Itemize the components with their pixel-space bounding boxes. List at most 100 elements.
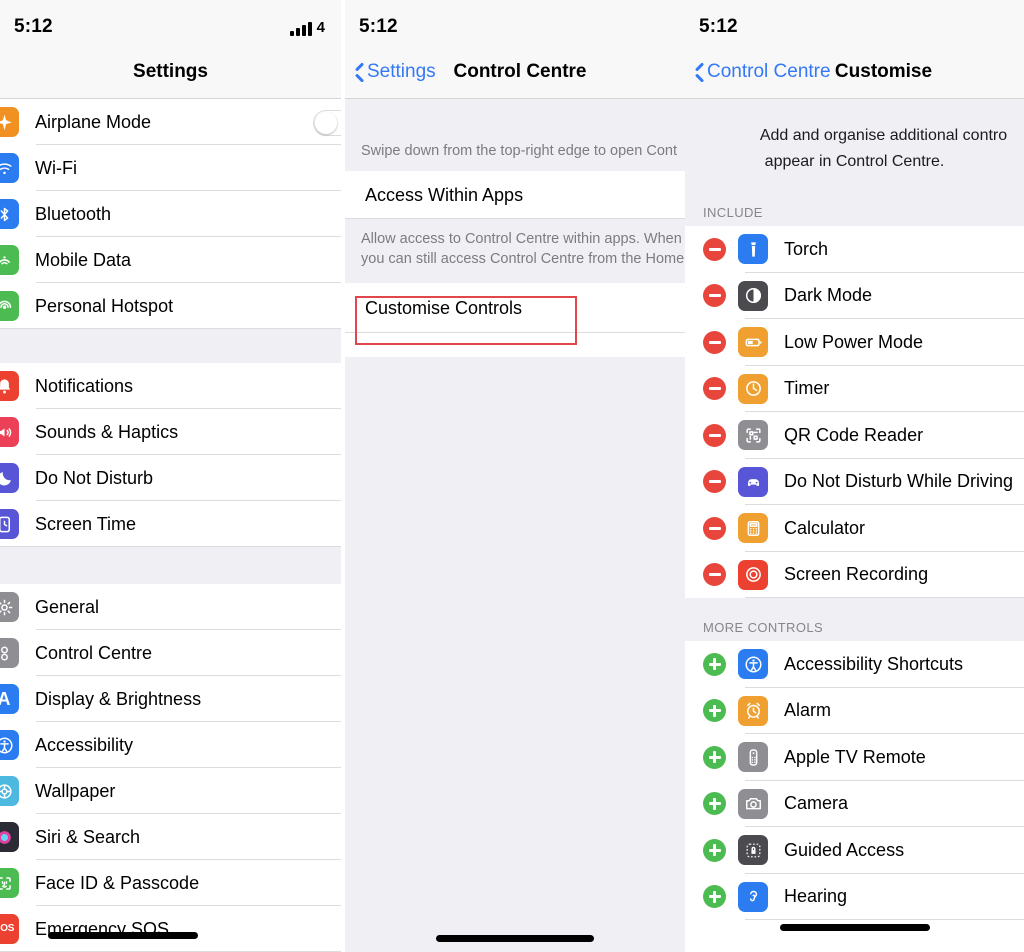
group-separator — [0, 547, 341, 584]
add-control-button[interactable] — [703, 745, 726, 769]
status-bar-3: 5:12 — [685, 0, 1024, 46]
airplane-icon — [0, 107, 19, 137]
control-label: Do Not Disturb While Driving — [784, 471, 1014, 492]
toggle-switch[interactable] — [313, 110, 341, 136]
row-label: Customise Controls — [365, 297, 523, 318]
row-label: Display & Brightness — [35, 688, 202, 709]
control-label: Hearing — [784, 886, 848, 907]
control-row[interactable]: Accessibility Shortcuts — [685, 641, 1024, 688]
settings-row-face-id-passcode[interactable]: Face ID & Passcode — [0, 860, 341, 906]
settings-row-control-centre[interactable]: Control Centre — [0, 630, 341, 676]
control-label: Screen Recording — [784, 564, 929, 585]
settings-row-bluetooth[interactable]: Bluetooth — [0, 191, 341, 237]
back-button-control-centre[interactable]: Control Centre — [685, 61, 831, 83]
chevron-left-icon — [693, 63, 704, 82]
qr-code-reader-icon — [738, 420, 768, 451]
settings-row-wi-fi[interactable]: Wi-Fi — [0, 145, 341, 191]
control-row[interactable]: Camera — [685, 780, 1024, 827]
remove-control-button[interactable] — [703, 423, 726, 447]
group-separator — [0, 329, 341, 363]
row-label: Airplane Mode — [35, 111, 152, 132]
row-label: Control Centre — [35, 642, 153, 663]
row-customise-controls[interactable]: Customise Controls — [345, 283, 685, 333]
panel-customise: 5:12 Control Centre Customise Add and or… — [685, 0, 1024, 952]
page-title: Settings — [133, 61, 208, 82]
control-row[interactable]: Guided Access — [685, 827, 1024, 874]
status-indicators: 4 — [289, 18, 325, 36]
remove-control-button[interactable] — [703, 563, 726, 587]
emergency-sos-icon: SOS — [0, 914, 19, 944]
alarm-icon — [738, 695, 768, 726]
settings-row-emergency-sos[interactable]: SOSEmergency SOS — [0, 906, 341, 952]
settings-row-accessibility[interactable]: Accessibility — [0, 722, 341, 768]
settings-row-airplane-mode[interactable]: Airplane Mode — [0, 99, 341, 145]
gear-icon — [0, 592, 19, 622]
settings-row-wallpaper[interactable]: Wallpaper — [0, 768, 341, 814]
add-control-button[interactable] — [703, 652, 726, 676]
signal-bars-icon — [289, 21, 312, 36]
dark-mode-icon — [738, 280, 768, 311]
settings-row-mobile-data[interactable]: Mobile Data — [0, 237, 341, 283]
remove-control-button[interactable] — [703, 330, 726, 354]
settings-row-sounds-haptics[interactable]: Sounds & Haptics — [0, 409, 341, 455]
control-centre-icon — [0, 638, 19, 668]
apple-tv-remote-icon — [738, 742, 768, 773]
screen-time-icon — [0, 509, 19, 539]
control-label: QR Code Reader — [784, 424, 924, 445]
remove-control-button[interactable] — [703, 470, 726, 494]
row-label: General — [35, 596, 100, 617]
add-control-button[interactable] — [703, 699, 726, 723]
settings-row-personal-hotspot[interactable]: Personal Hotspot — [0, 283, 341, 329]
control-row[interactable]: Alarm — [685, 687, 1024, 734]
row-access-within-apps[interactable]: Access Within Apps — [345, 171, 685, 219]
settings-row-screen-time[interactable]: Screen Time — [0, 501, 341, 547]
control-row[interactable]: Calculator — [685, 505, 1024, 552]
add-control-button[interactable] — [703, 792, 726, 816]
nav-bar-1: Settings — [0, 46, 341, 99]
remove-control-button[interactable] — [703, 516, 726, 540]
remove-control-button[interactable] — [703, 284, 726, 308]
row-label: Mobile Data — [35, 249, 132, 270]
control-row[interactable]: Do Not Disturb While Driving — [685, 458, 1024, 505]
control-row[interactable]: Apple TV Remote — [685, 734, 1024, 781]
row-label: Bluetooth — [35, 203, 112, 224]
more-controls-section-header: MORE CONTROLS — [685, 598, 1024, 641]
control-row[interactable]: QR Code Reader — [685, 412, 1024, 459]
network-label: 4 — [316, 18, 325, 36]
control-row[interactable]: Timer — [685, 365, 1024, 412]
add-control-button[interactable] — [703, 838, 726, 862]
remove-control-button[interactable] — [703, 377, 726, 401]
home-indicator-1 — [47, 932, 198, 939]
back-button-settings[interactable]: Settings — [345, 61, 436, 83]
include-section-header: INCLUDE — [685, 195, 1024, 226]
torch-icon — [738, 234, 768, 265]
control-label: Torch — [784, 238, 829, 259]
control-label: Calculator — [784, 517, 866, 538]
control-row[interactable]: Dark Mode — [685, 272, 1024, 319]
home-indicator-3 — [779, 924, 930, 931]
add-control-button[interactable] — [703, 885, 726, 909]
nav-bar-2: Settings Control Centre — [345, 46, 685, 99]
remove-control-button[interactable] — [703, 237, 726, 261]
row-label: Face ID & Passcode — [35, 872, 200, 893]
control-row[interactable]: Screen Recording — [685, 551, 1024, 598]
settings-row-do-not-disturb[interactable]: Do Not Disturb — [0, 455, 341, 501]
row-label: Sounds & Haptics — [35, 421, 179, 442]
row-label: Accessibility — [35, 734, 134, 755]
control-row[interactable]: Low Power Mode — [685, 319, 1024, 366]
chevron-left-icon — [353, 63, 364, 82]
settings-row-display-brightness[interactable]: A Display & Brightness — [0, 676, 341, 722]
wallpaper-icon — [0, 776, 19, 806]
control-label: Apple TV Remote — [784, 746, 926, 767]
bluetooth-icon — [0, 199, 19, 229]
settings-row-siri-search[interactable]: Siri & Search — [0, 814, 341, 860]
wifi-icon — [0, 153, 19, 183]
nav-bar-3: Control Centre Customise — [685, 46, 1024, 99]
control-row[interactable]: Torch — [685, 226, 1024, 273]
accessibility-icon — [738, 649, 768, 680]
status-clock: 5:12 — [14, 16, 53, 37]
settings-row-general[interactable]: General — [0, 584, 341, 630]
customise-description: Add and organise additional contro appea… — [685, 99, 1024, 195]
control-row[interactable]: Hearing — [685, 873, 1024, 920]
settings-row-notifications[interactable]: Notifications — [0, 363, 341, 409]
